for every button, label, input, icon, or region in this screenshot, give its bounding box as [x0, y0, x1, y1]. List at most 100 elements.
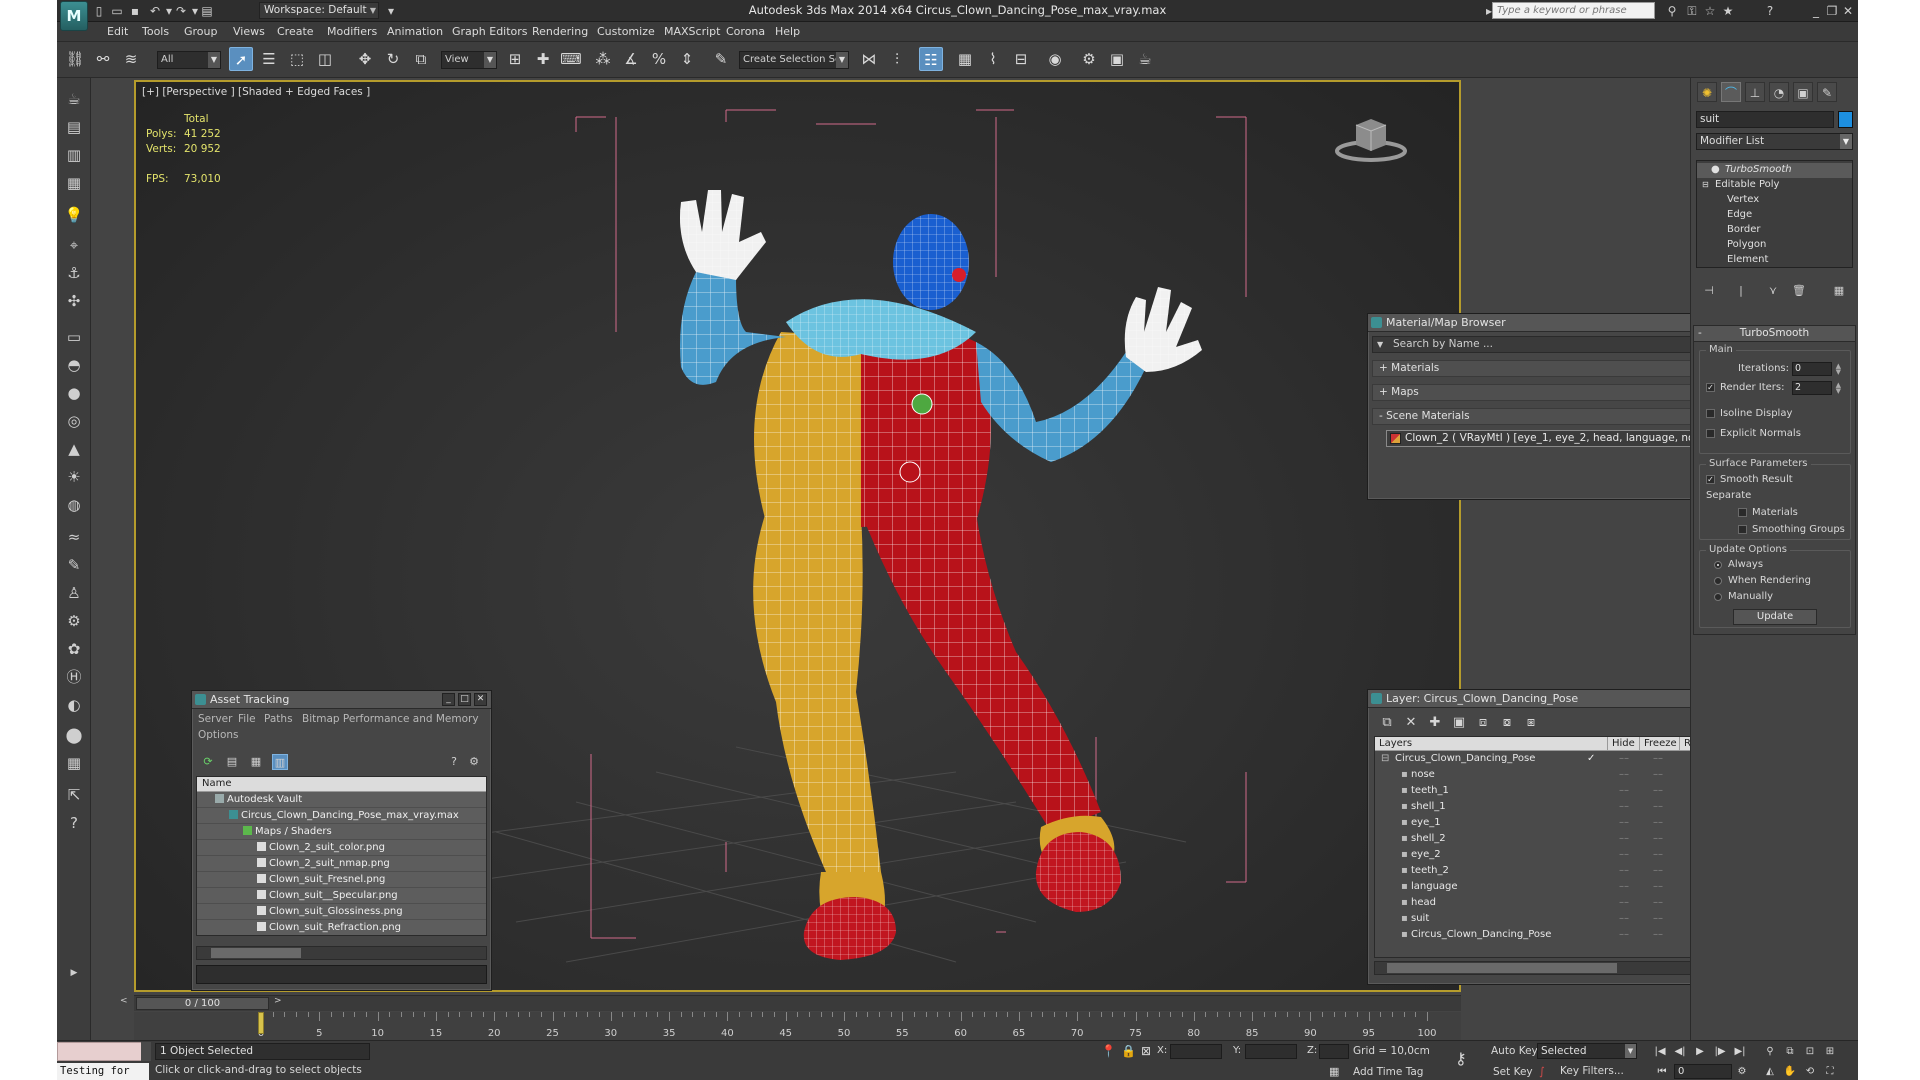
play-icon[interactable]: ▶: [1692, 1044, 1708, 1059]
teapot-icon[interactable]: ☕: [62, 88, 86, 110]
new-file-icon[interactable]: ▯: [91, 3, 107, 19]
object-name-field[interactable]: suit: [1696, 111, 1834, 128]
time-slider-thumb[interactable]: 0 / 100: [136, 997, 269, 1010]
sphere-icon[interactable]: ●: [62, 382, 86, 404]
asset-tree-node[interactable]: Clown_suit_Glossiness.png: [197, 904, 486, 920]
at-menu-paths[interactable]: Paths: [264, 713, 293, 725]
menu-customize[interactable]: Customize: [597, 25, 655, 38]
orbit-icon[interactable]: ⟲: [1802, 1064, 1818, 1079]
y-coordinate-field[interactable]: [1245, 1044, 1297, 1059]
hair-icon[interactable]: ≈: [62, 526, 86, 548]
table-icon[interactable]: ▦: [62, 752, 86, 774]
update-manually-radio[interactable]: [1714, 593, 1722, 601]
layer-row[interactable]: ▪Circus_Clown_Dancing_Pose––––⁞: [1375, 927, 1723, 943]
keyboard-shortcut-override-icon[interactable]: ⌨: [559, 47, 583, 71]
asset-tracking-titlebar[interactable]: Asset Tracking _ □ ✕: [192, 691, 491, 709]
ball-icon[interactable]: ⬤: [62, 724, 86, 746]
freeze-all-layers-icon[interactable]: ⧆: [1522, 714, 1540, 732]
freeze-toggle[interactable]: ––: [1653, 847, 1663, 862]
layer-row[interactable]: ▪shell_1––––⁞: [1375, 799, 1723, 815]
named-selection-dropdown[interactable]: Create Selection Se ▼: [739, 51, 849, 69]
maxscript-listener-mini[interactable]: [57, 1042, 149, 1061]
stack-item-polygon[interactable]: Polygon: [1697, 238, 1852, 253]
select-object-icon[interactable]: ➚: [229, 47, 253, 71]
grid-icon[interactable]: ▦: [62, 172, 86, 194]
iterations-spinner[interactable]: 0 ▲ ▼: [1792, 362, 1841, 376]
quick-access-dropdown-icon[interactable]: ▾: [383, 3, 399, 19]
layer-row[interactable]: ▪suit––––⁞: [1375, 911, 1723, 927]
freeze-toggle[interactable]: ––: [1653, 831, 1663, 846]
tab-hierarchy[interactable]: ⊥: [1745, 82, 1765, 102]
key-selection-set-dropdown[interactable]: Selected ▼: [1537, 1043, 1637, 1059]
hide-toggle[interactable]: ––: [1619, 799, 1629, 814]
layer-row[interactable]: ▪head––––⁞: [1375, 895, 1723, 911]
sphere-shaded-icon[interactable]: ◐: [62, 694, 86, 716]
render-iters-spinner[interactable]: 2 ▲ ▼: [1792, 381, 1841, 395]
particles-icon[interactable]: ✣: [62, 290, 86, 312]
window-crossing-icon[interactable]: ◫: [313, 47, 337, 71]
freeze-toggle[interactable]: ––: [1653, 751, 1663, 766]
freeze-toggle[interactable]: ––: [1653, 863, 1663, 878]
scene-material-item[interactable]: Clown_2 ( VRayMtl ) [eye_1, eye_2, head,…: [1386, 430, 1716, 447]
freeze-toggle[interactable]: ––: [1653, 783, 1663, 798]
asset-tree-node[interactable]: Clown_2_suit_color.png: [197, 840, 486, 856]
asset-tree-node[interactable]: Clown_suit_Fresnel.png: [197, 872, 486, 888]
script-icon[interactable]: ▥: [62, 144, 86, 166]
time-slider[interactable]: < 0 / 100 >: [120, 995, 1461, 1011]
asset-tree-node[interactable]: Clown_suit_Refraction.png: [197, 920, 486, 935]
absolute-mode-transform-icon[interactable]: ⊠: [1141, 1044, 1151, 1058]
create-layer-icon[interactable]: ⧉: [1378, 714, 1396, 732]
menu-rendering[interactable]: Rendering: [532, 25, 588, 38]
stack-item-border[interactable]: Border: [1697, 223, 1852, 238]
render-production-icon[interactable]: ☕: [1133, 47, 1157, 71]
layer-row[interactable]: ▪eye_2––––⁞: [1375, 847, 1723, 863]
app-logo-icon[interactable]: M: [60, 1, 88, 31]
update-button[interactable]: Update: [1733, 609, 1817, 625]
pan-view-icon[interactable]: ✋: [1782, 1064, 1798, 1079]
menu-tools[interactable]: Tools: [142, 25, 169, 38]
freeze-toggle[interactable]: ––: [1653, 815, 1663, 830]
remove-modifier-icon[interactable]: 🗑: [1790, 283, 1808, 299]
table-view-icon[interactable]: ▥: [272, 754, 288, 770]
layer-row[interactable]: ▪teeth_1––––⁞: [1375, 783, 1723, 799]
previous-frame-icon[interactable]: <: [120, 996, 128, 1006]
percent-snap-icon[interactable]: %: [647, 47, 671, 71]
help-icon[interactable]: ?: [1761, 3, 1779, 19]
schematic-view-icon[interactable]: ⊟: [1009, 47, 1033, 71]
subscription-key-icon[interactable]: ⚿: [1683, 3, 1701, 19]
zoom-extents-all-icon[interactable]: ⊞: [1822, 1044, 1838, 1059]
add-time-tag-button[interactable]: Add Time Tag: [1353, 1066, 1423, 1078]
menu-create[interactable]: Create: [277, 25, 314, 38]
camera-icon[interactable]: ⌖: [62, 234, 86, 256]
next-frame-icon[interactable]: >: [274, 996, 282, 1006]
asset-tree-node[interactable]: Maps / Shaders: [197, 824, 486, 840]
menu-modifiers[interactable]: Modifiers: [327, 25, 377, 38]
close-window-icon[interactable]: ✕: [1839, 3, 1857, 19]
menu-corona[interactable]: Corona: [726, 25, 765, 38]
thumbnail-view-icon[interactable]: ▦: [248, 754, 264, 770]
viewport-label-menu[interactable]: [+] [Perspective ] [Shaded + Edged Faces…: [142, 86, 370, 98]
stack-item-turbosmooth[interactable]: ● TurboSmooth: [1697, 163, 1852, 178]
modifier-list-dropdown[interactable]: Modifier List ▼: [1696, 133, 1853, 150]
at-menu-options[interactable]: Options: [198, 729, 239, 741]
hide-toggle[interactable]: ––: [1619, 911, 1629, 926]
asset-tree-horizontal-scrollbar[interactable]: [196, 946, 487, 960]
at-menu-bitmap-performance[interactable]: Bitmap Performance and Memory: [302, 713, 479, 725]
hide-toggle[interactable]: ––: [1619, 815, 1629, 830]
select-by-name-icon[interactable]: ☰: [257, 47, 281, 71]
open-file-icon[interactable]: ▭: [109, 3, 125, 19]
col-hide[interactable]: Hide: [1607, 737, 1635, 750]
menu-maxscript[interactable]: MAXScript: [664, 25, 720, 38]
freeze-toggle[interactable]: ––: [1653, 895, 1663, 910]
layer-row[interactable]: ⊟Circus_Clown_Dancing_Pose✓––––⁞: [1375, 751, 1723, 767]
hide-toggle[interactable]: ––: [1619, 879, 1629, 894]
lightbulb-icon[interactable]: ●: [1711, 163, 1720, 177]
at-menu-server[interactable]: Server: [198, 713, 232, 725]
render-setup-icon[interactable]: ⚙: [1077, 47, 1101, 71]
set-key-key-icon[interactable]: ⚷: [1455, 1049, 1467, 1068]
plane-icon[interactable]: ▭: [62, 326, 86, 348]
turbosmooth-rollout-header[interactable]: - TurboSmooth: [1694, 326, 1855, 342]
layer-row[interactable]: ▪teeth_2––––⁞: [1375, 863, 1723, 879]
minimize-icon[interactable]: _: [442, 693, 455, 706]
tab-create[interactable]: ✺: [1697, 82, 1717, 102]
